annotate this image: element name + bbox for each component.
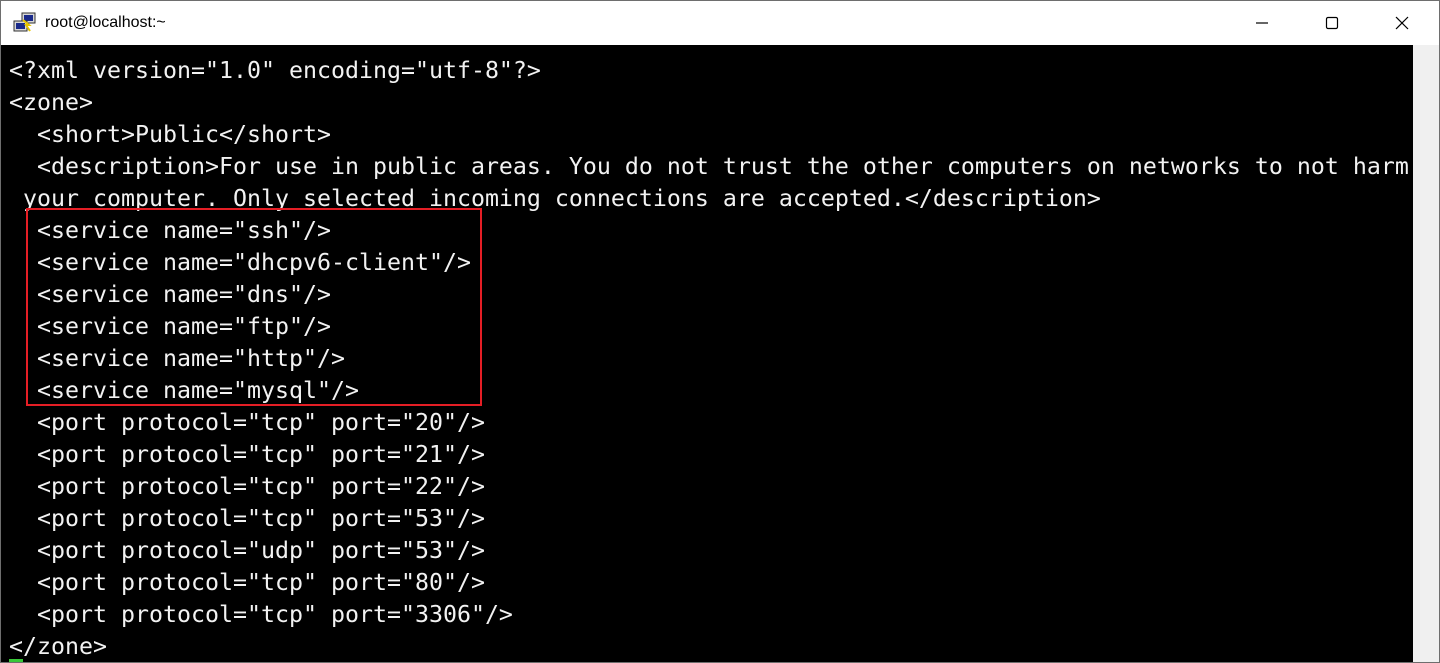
close-icon [1395,16,1409,30]
terminal-window: root@localhost:~ <?xml version="1.0" enc… [0,0,1440,663]
terminal-line: <port protocol="tcp" port="80"/> [9,568,485,596]
window-title: root@localhost:~ [45,14,166,31]
putty-icon[interactable] [13,12,37,34]
vertical-scrollbar[interactable] [1413,45,1439,662]
maximize-icon [1325,16,1339,30]
terminal-line: <port protocol="tcp" port="22"/> [9,472,485,500]
terminal-line: <port protocol="udp" port="53"/> [9,536,485,564]
minimize-button[interactable] [1227,1,1297,45]
title-bar[interactable]: root@localhost:~ [1,1,1439,45]
terminal-line: <short>Public</short> [9,120,331,148]
terminal-line: <?xml version="1.0" encoding="utf-8"?> [9,56,541,84]
close-button[interactable] [1367,1,1437,45]
terminal-line: <description>For use in public areas. Yo… [9,152,1409,180]
terminal-line: <port protocol="tcp" port="53"/> [9,504,485,532]
terminal-line: <port protocol="tcp" port="20"/> [9,408,485,436]
terminal-line: </zone> [9,632,107,660]
service-highlight-box [26,208,482,406]
terminal-line: <port protocol="tcp" port="21"/> [9,440,485,468]
terminal-line: <port protocol="tcp" port="3306"/> [9,600,513,628]
terminal-cursor [9,659,23,662]
maximize-button[interactable] [1297,1,1367,45]
terminal-line: <zone> [9,88,93,116]
terminal-output[interactable]: <?xml version="1.0" encoding="utf-8"?> <… [1,45,1413,662]
minimize-icon [1256,22,1268,24]
